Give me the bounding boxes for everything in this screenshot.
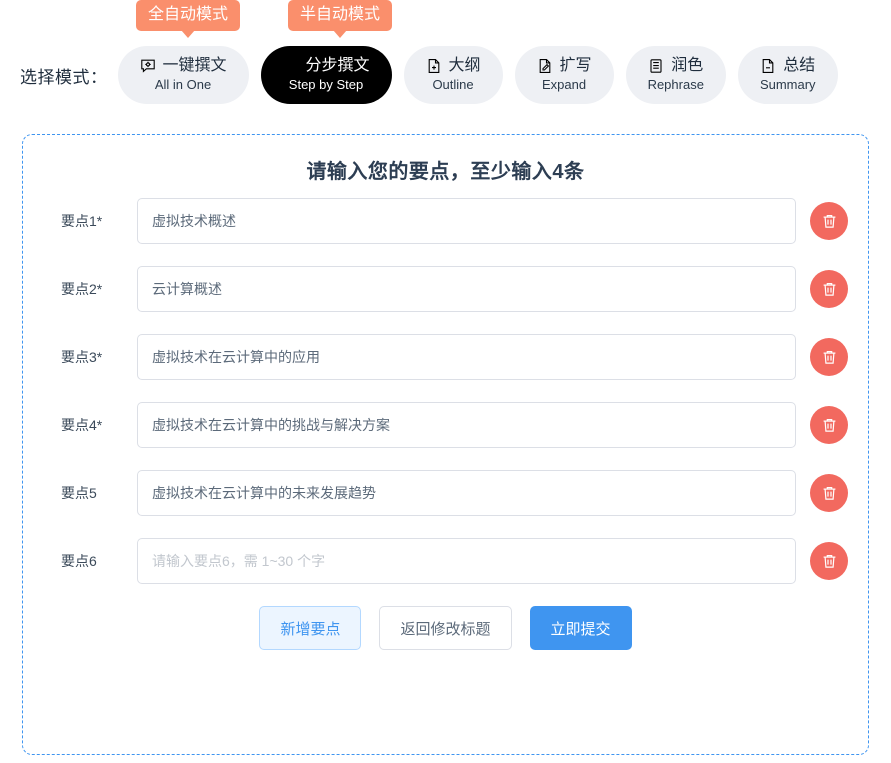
- delete-keypoint-button[interactable]: [810, 338, 848, 376]
- mode-button-cn-label: 扩写: [559, 57, 592, 74]
- tooltip-all-in-one: 全自动模式: [136, 0, 241, 39]
- mode-selector-bar: 选择模式： 一键撰文 All in One 分步撰文 Step by Step …: [0, 40, 891, 110]
- keypoint-input[interactable]: [137, 538, 796, 584]
- document-list-icon: [648, 58, 664, 74]
- trash-icon: [821, 213, 838, 230]
- keypoint-row: 要点1*: [23, 198, 868, 244]
- document-minus-icon: [760, 58, 776, 74]
- keypoint-label: 要点6: [61, 553, 97, 569]
- trash-icon: [821, 485, 838, 502]
- tooltip-text: 半自动模式: [300, 6, 381, 23]
- mode-button-cn-label: 总结: [783, 57, 816, 74]
- document-lines-icon: [283, 58, 299, 74]
- delete-keypoint-button[interactable]: [810, 474, 848, 512]
- mode-button-en-label: Rephrase: [647, 77, 704, 92]
- keypoint-row: 要点3*: [23, 334, 868, 380]
- mode-button-row: 大纲: [426, 58, 481, 74]
- mode-button-row: 一键撰文: [140, 58, 227, 74]
- mode-button-en-label: Outline: [432, 77, 474, 92]
- document-plus-icon: [426, 58, 442, 74]
- page-root: 全自动模式 半自动模式 选择模式： 一键撰文 All in One 分步撰文 S…: [0, 0, 891, 763]
- keypoint-row: 要点6: [23, 538, 868, 584]
- trash-icon: [821, 553, 838, 570]
- mode-button-row: 扩写: [537, 58, 592, 74]
- mode-button-all-in-one[interactable]: 一键撰文 All in One: [117, 46, 249, 104]
- document-edit-icon: [537, 58, 553, 74]
- mode-button-row: 分步撰文: [283, 58, 370, 74]
- keypoint-label: 要点5: [61, 485, 97, 501]
- keypoint-label: 要点4*: [61, 417, 103, 433]
- keypoint-row: 要点2*: [23, 266, 868, 312]
- mode-button-en-label: Summary: [759, 77, 816, 92]
- keypoint-input[interactable]: [137, 402, 796, 448]
- delete-keypoint-button[interactable]: [810, 270, 848, 308]
- keypoint-input[interactable]: [137, 266, 796, 312]
- delete-keypoint-button[interactable]: [810, 202, 848, 240]
- keypoint-label: 要点1*: [61, 213, 103, 229]
- mode-button-step-by-step[interactable]: 分步撰文 Step by Step: [260, 46, 392, 104]
- keypoint-label: 要点3*: [61, 349, 103, 365]
- keypoint-row: 要点5: [23, 470, 868, 516]
- mode-button-expand[interactable]: 扩写 Expand: [514, 46, 614, 104]
- mode-button-en-label: All in One: [154, 77, 212, 92]
- mode-button-cn-label: 分步撰文: [305, 57, 370, 74]
- mode-button-en-label: Step by Step: [288, 77, 364, 92]
- mode-button-cn-label: 润色: [671, 57, 704, 74]
- mode-button-en-label: Expand: [542, 77, 587, 92]
- trash-icon: [821, 349, 838, 366]
- back-to-title-button[interactable]: 返回修改标题: [379, 606, 512, 650]
- keypoint-input[interactable]: [137, 334, 796, 380]
- keypoint-input[interactable]: [137, 198, 796, 244]
- action-button-row: 新增要点 返回修改标题 立即提交: [23, 606, 868, 650]
- chat-gear-icon: [140, 58, 156, 74]
- mode-button-rephrase[interactable]: 润色 Rephrase: [625, 46, 726, 104]
- mode-button-cn-label: 大纲: [448, 57, 481, 74]
- trash-icon: [821, 281, 838, 298]
- keypoint-label: 要点2*: [61, 281, 103, 297]
- mode-button-summary[interactable]: 总结 Summary: [737, 46, 838, 104]
- delete-keypoint-button[interactable]: [810, 542, 848, 580]
- mode-button-row: 总结: [760, 58, 815, 74]
- panel-title: 请输入您的要点，至少输入4条: [306, 161, 585, 183]
- submit-button[interactable]: 立即提交: [529, 606, 632, 650]
- keypoints-panel: 请输入您的要点，至少输入4条 要点1* 虚拟技术概述 要点2* 云计算概述 要点…: [22, 134, 869, 755]
- mode-button-cn-label: 一键撰文: [162, 57, 227, 74]
- delete-keypoint-button[interactable]: [810, 406, 848, 444]
- tooltip-step-by-step: 半自动模式: [288, 0, 393, 39]
- mode-selector-label: 选择模式：: [20, 67, 108, 87]
- keypoint-rows: 要点1* 要点2*: [23, 198, 868, 584]
- trash-icon: [821, 417, 838, 434]
- keypoint-input[interactable]: [137, 470, 796, 516]
- keypoint-row: 要点4*: [23, 402, 868, 448]
- mode-button-list: 一键撰文 All in One 分步撰文 Step by Step 大纲 Out…: [117, 46, 838, 104]
- mode-button-row: 润色: [648, 58, 703, 74]
- mode-button-outline[interactable]: 大纲 Outline: [403, 46, 503, 104]
- tooltip-text: 全自动模式: [148, 6, 229, 23]
- add-keypoint-button[interactable]: 新增要点: [259, 606, 362, 650]
